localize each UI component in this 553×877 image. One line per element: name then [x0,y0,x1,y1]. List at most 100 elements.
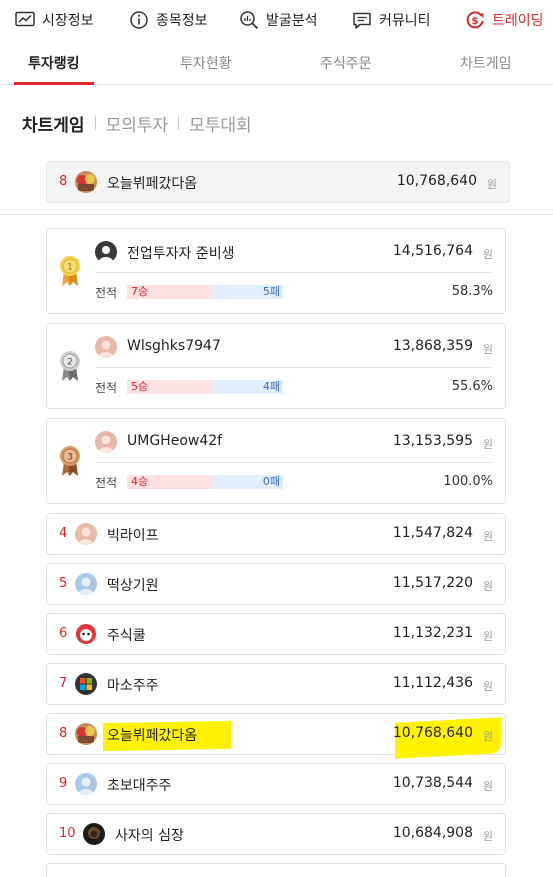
info-icon [128,9,150,31]
rank-number: 7 [59,676,68,691]
avatar [75,171,97,193]
currency-unit: 원 [482,580,493,593]
win-loss-bar: 5승 4패 [127,380,283,394]
svg-text:$: $ [472,16,479,27]
amount: 10,684,908 [392,825,473,841]
nickname: 초보대주주 [107,778,172,794]
currency-unit: 원 [482,680,493,693]
rank-card-3[interactable]: 3 UMGHeow42f 13,153,595 원 전적 4승 0패 100.0… [46,418,506,504]
gold-medal-icon: 1 [59,255,81,287]
divider [95,462,493,463]
avatar [75,573,97,595]
currency-unit: 원 [482,343,493,356]
nav-label: 커뮤니티 [379,13,431,29]
trading-dollar-icon: $ [464,9,486,31]
svg-text:1: 1 [67,263,73,273]
rank-number: 8 [59,726,68,741]
tab-investment-status[interactable]: 투자현황 [180,44,232,85]
win-loss-bar: 7승 5패 [127,285,283,299]
nav-label: 종목정보 [156,13,208,29]
avatar [75,673,97,695]
nav-discovery[interactable]: 발굴분석 [238,0,318,40]
losses-count: 4패 [212,380,283,394]
nav-trading[interactable]: $ 트레이딩 [464,0,544,40]
record-label: 전적 [95,381,118,395]
win-rate: 100.0% [443,474,493,489]
rank-row-7[interactable]: 7 마소주주 11,112,436 원 [46,663,506,705]
currency-unit: 원 [482,830,493,843]
my-nickname: 오늘뷔페갔다옴 [107,176,198,192]
rank-number: 10 [59,826,76,841]
nickname: Wlsghks7947 [127,338,221,354]
amount: 13,868,359 [392,338,473,354]
category-mock-investment[interactable]: 모의투자 [106,111,169,136]
category-mock-competition[interactable]: 모투대회 [189,111,252,136]
win-loss-bar: 4승 0패 [127,475,283,489]
rank-row-5[interactable]: 5 떡상기원 11,517,220 원 [46,563,506,605]
currency-unit: 원 [486,178,497,191]
chat-icon [351,9,373,31]
amount: 13,153,595 [392,433,473,449]
nickname: 주식쿨 [107,628,146,644]
rank-row-8-mine[interactable]: 8 오늘뷔페갔다옴 10,768,640 원 [46,713,506,759]
record-label: 전적 [95,476,118,490]
rank-card-1[interactable]: 1 전업투자자 준비생 14,516,764 원 전적 7승 5패 58.3% [46,228,506,314]
losses-count: 0패 [212,475,283,489]
rank-card-2[interactable]: 2 Wlsghks7947 13,868,359 원 전적 5승 4패 55.6… [46,323,506,409]
ranking-category-selector: 차트게임 모의투자 모투대회 [22,110,252,136]
currency-unit: 원 [482,730,493,743]
nickname: UMGHeow42f [127,433,223,449]
currency-unit: 원 [482,530,493,543]
wins-count: 5승 [127,380,213,394]
avatar [75,773,97,795]
rank-row-10[interactable]: 10 사자의 심장 10,684,908 원 [46,813,506,855]
avatar [75,623,97,645]
rank-number: 6 [59,626,68,641]
rank-row-6[interactable]: 6 주식쿨 11,132,231 원 [46,613,506,655]
currency-unit: 원 [482,248,493,261]
tab-investment-ranking[interactable]: 투자랭킹 [14,44,94,85]
wins-count: 4승 [127,475,213,489]
nickname: 떡상기원 [107,578,159,594]
chart-icon [14,9,36,31]
nav-stock-info[interactable]: 종목정보 [128,0,208,40]
win-rate: 55.6% [451,379,493,394]
tab-stock-order[interactable]: 주식주문 [320,44,372,85]
amount: 10,738,544 [392,775,473,791]
rank-row-4[interactable]: 4 빅라이프 11,547,824 원 [46,513,506,555]
nickname: 사자의 심장 [115,828,184,844]
nav-community[interactable]: 커뮤니티 [351,0,431,40]
avatar [75,723,97,745]
my-amount: 10,768,640 [396,173,477,189]
divider [95,367,493,368]
bronze-medal-icon: 3 [59,445,81,477]
amount: 10,768,640 [392,725,473,741]
currency-unit: 원 [482,438,493,451]
svg-text:2: 2 [67,358,73,368]
wins-count: 7승 [127,285,213,299]
nickname: 전업투자자 준비생 [127,246,235,262]
amount: 11,547,824 [392,525,473,541]
svg-text:3: 3 [67,453,73,463]
avatar [95,336,117,358]
record-label: 전적 [95,286,118,300]
currency-unit: 원 [482,630,493,643]
nav-label: 시장정보 [42,13,94,29]
my-rank-summary[interactable]: 8 오늘뷔페갔다옴 10,768,640 원 [46,161,510,203]
rank-number: 8 [59,174,68,189]
amount: 11,517,220 [392,575,473,591]
amount: 11,132,231 [392,625,473,641]
rank-row-9[interactable]: 9 초보대주주 10,738,544 원 [46,763,506,805]
nav-label: 트레이딩 [492,13,544,29]
silver-medal-icon: 2 [59,350,81,382]
currency-unit: 원 [482,780,493,793]
divider [178,116,180,130]
rank-row-11-partial[interactable] [46,863,506,877]
avatar [95,431,117,453]
losses-count: 5패 [212,285,283,299]
top-navigation: 시장정보 종목정보 발굴분석 커뮤니티 $ 트레이딩 [0,0,553,40]
category-chart-game[interactable]: 차트게임 [22,111,85,136]
tab-chart-game[interactable]: 차트게임 [460,44,512,85]
rank-number: 9 [59,776,68,791]
nav-market-info[interactable]: 시장정보 [14,0,94,40]
